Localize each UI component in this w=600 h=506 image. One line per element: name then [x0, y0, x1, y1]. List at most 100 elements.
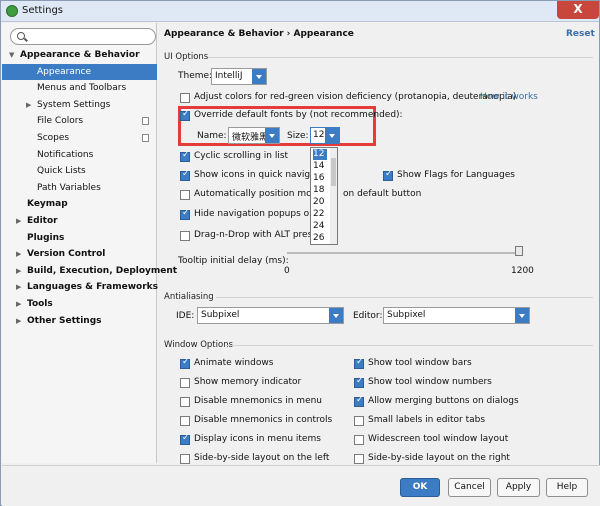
tooltip-delay-slider-thumb[interactable] [514, 246, 523, 256]
tree-item[interactable]: ▶ Build, Execution, Deployment [2, 263, 177, 279]
font-name-select[interactable]: 微软雅黑 [228, 127, 280, 144]
tree-item[interactable]: File Colors [2, 113, 157, 129]
cancel-button[interactable]: Cancel [448, 478, 491, 497]
tree-item[interactable]: ▶ Editor [2, 213, 157, 229]
expand-right-icon[interactable]: ▶ [16, 246, 21, 262]
font-size-option[interactable]: 24 [313, 221, 327, 232]
tree-item[interactable]: Scopes [2, 130, 157, 146]
tooltip-delay-max: 1200 [511, 266, 534, 276]
font-name-value: 微软雅黑 [232, 133, 269, 143]
font-size-dropdown-list[interactable]: 12 14 16 18 20 22 24 26 [310, 147, 338, 245]
ui-options-divider [208, 57, 593, 58]
title-bar: Settings X [1, 1, 599, 22]
chevron-down-icon [329, 308, 343, 323]
theme-select[interactable]: IntelliJ [211, 68, 267, 85]
tree-item-label: Appearance & Behavior [20, 50, 140, 60]
tree-item[interactable]: Quick Lists [2, 163, 157, 179]
font-size-option[interactable]: 22 [313, 209, 327, 220]
auto-position-mouse-label: Automatically position mouse [194, 189, 328, 199]
tree-item[interactable]: Appearance [2, 63, 157, 80]
show-flags-checkbox[interactable] [383, 169, 393, 181]
font-size-option[interactable]: 16 [313, 173, 327, 184]
tree-item[interactable]: Keymap [2, 196, 157, 212]
font-size-option[interactable]: 12 [313, 149, 327, 160]
ide-aa-label: IDE: [176, 311, 195, 321]
how-it-works-link[interactable]: How it works [480, 92, 538, 102]
font-size-option[interactable]: 20 [313, 197, 327, 208]
tree-item[interactable]: ▶ Tools [2, 296, 157, 312]
window-option-checkbox[interactable] [180, 416, 190, 426]
window-option-checkbox[interactable] [354, 357, 364, 369]
window-option-checkbox[interactable] [180, 397, 190, 407]
settings-tree-panel: ▼ Appearance & Behavior Appearance Menus an… [2, 23, 177, 463]
window-option-checkbox[interactable] [180, 357, 190, 369]
expand-right-icon[interactable]: ▶ [16, 279, 21, 295]
apply-button[interactable]: Apply [497, 478, 540, 497]
hide-nav-popups-checkbox[interactable] [180, 208, 190, 220]
adjust-colors-checkbox[interactable] [180, 93, 190, 103]
project-level-icon [142, 134, 149, 142]
show-flags-label: Show Flags for Languages [397, 170, 515, 180]
cyclic-scrolling-checkbox[interactable] [180, 150, 190, 162]
expand-right-icon[interactable]: ▶ [16, 313, 21, 329]
window-option-checkbox[interactable] [180, 454, 190, 464]
expand-right-icon[interactable]: ▶ [16, 296, 21, 312]
font-size-option[interactable]: 18 [313, 185, 327, 196]
tree-item-label: Menus and Toolbars [37, 83, 127, 94]
project-level-icon [142, 117, 149, 126]
window-option-checkbox[interactable] [354, 395, 364, 407]
window-option-checkbox[interactable] [354, 435, 364, 445]
ui-options-heading: UI Options [164, 52, 209, 62]
show-icons-quick-nav-checkbox[interactable] [180, 169, 190, 181]
window-options-heading: Window Options [164, 340, 234, 350]
window-option-checkbox[interactable] [180, 433, 190, 445]
window-option-label: Show memory indicator [194, 377, 302, 387]
window-option-checkbox[interactable] [354, 454, 364, 464]
tree-item[interactable]: ▼ Appearance & Behavior [2, 47, 157, 63]
dropdown-scrollbar-thumb[interactable] [331, 158, 336, 186]
window-option-checkbox[interactable] [354, 416, 364, 426]
window-option-checkbox[interactable] [180, 378, 190, 388]
tree-item[interactable]: ▶ Other Settings [2, 313, 157, 329]
appearance-panel: Appearance & Behavior › Appearance Reset… [158, 23, 599, 464]
breadcrumb: Appearance & Behavior › Appearance [164, 29, 354, 39]
font-size-option[interactable]: 26 [313, 233, 327, 244]
tree-item[interactable]: Menus and Toolbars [2, 80, 157, 96]
window-option-checkbox[interactable] [354, 376, 364, 388]
reset-link[interactable]: Reset [566, 29, 595, 39]
tree-item[interactable]: Notifications [2, 147, 157, 163]
window-title: Settings [22, 5, 64, 16]
dropdown-scrollbar[interactable] [330, 148, 337, 244]
close-button[interactable]: X [557, 1, 599, 19]
tooltip-delay-min: 0 [284, 266, 290, 276]
tree-item[interactable]: ▶ Languages & Frameworks [2, 279, 158, 295]
font-size-select[interactable]: 12 [310, 127, 340, 144]
window-option-label: Side-by-side layout on the left [194, 453, 330, 463]
ide-aa-select[interactable]: Subpixel [197, 307, 344, 324]
tree-item[interactable]: Path Variables [2, 180, 157, 196]
tooltip-delay-track[interactable] [287, 252, 521, 254]
auto-position-mouse-checkbox[interactable] [180, 190, 190, 200]
expand-down-icon[interactable]: ▼ [9, 47, 14, 63]
tree-item[interactable]: Plugins [2, 230, 157, 246]
window-option-label: Side-by-side layout on the right [368, 453, 510, 463]
expand-right-icon[interactable]: ▶ [26, 97, 31, 113]
search-input[interactable] [10, 28, 156, 45]
antialiasing-divider [216, 297, 593, 298]
editor-aa-select[interactable]: Subpixel [383, 307, 530, 324]
window-option-label: Show tool window numbers [368, 377, 492, 387]
tree-item[interactable]: ▶ System Settings [2, 97, 157, 113]
window-options-divider [226, 345, 593, 346]
expand-right-icon[interactable]: ▶ [16, 263, 21, 279]
tree-item[interactable]: ▶ Version Control [2, 246, 157, 262]
font-size-option[interactable]: 14 [313, 161, 327, 172]
chevron-down-icon [515, 308, 529, 323]
help-button[interactable]: Help [546, 478, 588, 497]
drag-n-drop-checkbox[interactable] [180, 231, 190, 241]
app-icon [6, 5, 18, 17]
theme-value: IntelliJ [215, 71, 243, 81]
expand-right-icon[interactable]: ▶ [16, 213, 21, 229]
override-fonts-label: Override default fonts by (not recommend… [194, 110, 403, 120]
ok-button[interactable]: OK [400, 478, 440, 497]
override-fonts-checkbox[interactable] [180, 109, 190, 121]
